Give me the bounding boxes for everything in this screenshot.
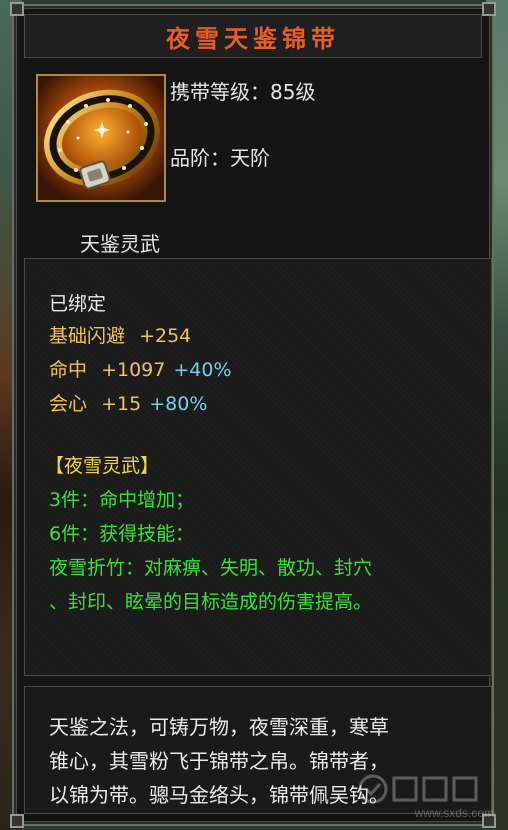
description-line-1: 天鉴之法，可铸万物，夜雪深重，寒草 xyxy=(49,715,389,739)
attr-label: 会心 xyxy=(49,393,88,415)
bound-status: 已绑定 xyxy=(49,293,107,315)
item-tooltip: 夜雪天鉴锦带 携带等级：85级 品阶：天阶 天鉴灵武 已绑定 基础闪避 +254… xyxy=(10,2,496,828)
attr-dodge: 基础闪避 +254 xyxy=(49,321,191,348)
item-series: 天鉴灵武 xyxy=(80,232,160,256)
attr-label: 命中 xyxy=(49,359,88,381)
attr-label: 基础闪避 xyxy=(49,325,126,347)
watermark-logo xyxy=(358,774,478,804)
set-name: 【夜雪灵武】 xyxy=(45,455,160,477)
item-icon-slot[interactable] xyxy=(36,74,166,202)
item-grade: 品阶：天阶 xyxy=(170,146,270,170)
set-bonus-3: 3件：命中增加； xyxy=(49,489,195,511)
watermark-url: www.sxds.com xyxy=(414,806,494,820)
set-skill-line-2: 、封印、眩晕的目标造成的伤害提高。 xyxy=(49,591,373,613)
description-line-2: 锥心，其雪粉飞于锦带之帛。锦带者， xyxy=(49,749,389,773)
carry-level: 携带等级：85级 xyxy=(170,80,316,104)
attr-value: +15 xyxy=(101,393,142,415)
attr-bonus: +80% xyxy=(149,393,208,415)
frame-corner xyxy=(10,814,24,828)
title-bar: 夜雪天鉴锦带 xyxy=(24,14,482,58)
attr-crit: 会心 +15 +80% xyxy=(49,389,207,416)
attribute-panel: 已绑定 基础闪避 +254 命中 +1097 +40% 会心 +15 +80% … xyxy=(24,258,492,676)
attr-value: +254 xyxy=(139,325,192,347)
frame-corner xyxy=(482,2,496,16)
frame-corner xyxy=(10,2,24,16)
attr-value: +1097 xyxy=(101,359,166,381)
attr-bonus: +40% xyxy=(173,359,232,381)
belt-icon xyxy=(38,76,164,200)
item-name: 夜雪天鉴锦带 xyxy=(166,24,340,53)
description-line-3: 以锦为带。骢马金络头，锦带佩吴钩。 xyxy=(49,783,389,807)
set-bonus-6: 6件：获得技能： xyxy=(49,523,195,545)
set-skill-line-1: 夜雪折竹：对麻痹、失明、散功、封穴 xyxy=(49,557,373,579)
attr-hit: 命中 +1097 +40% xyxy=(49,355,232,382)
